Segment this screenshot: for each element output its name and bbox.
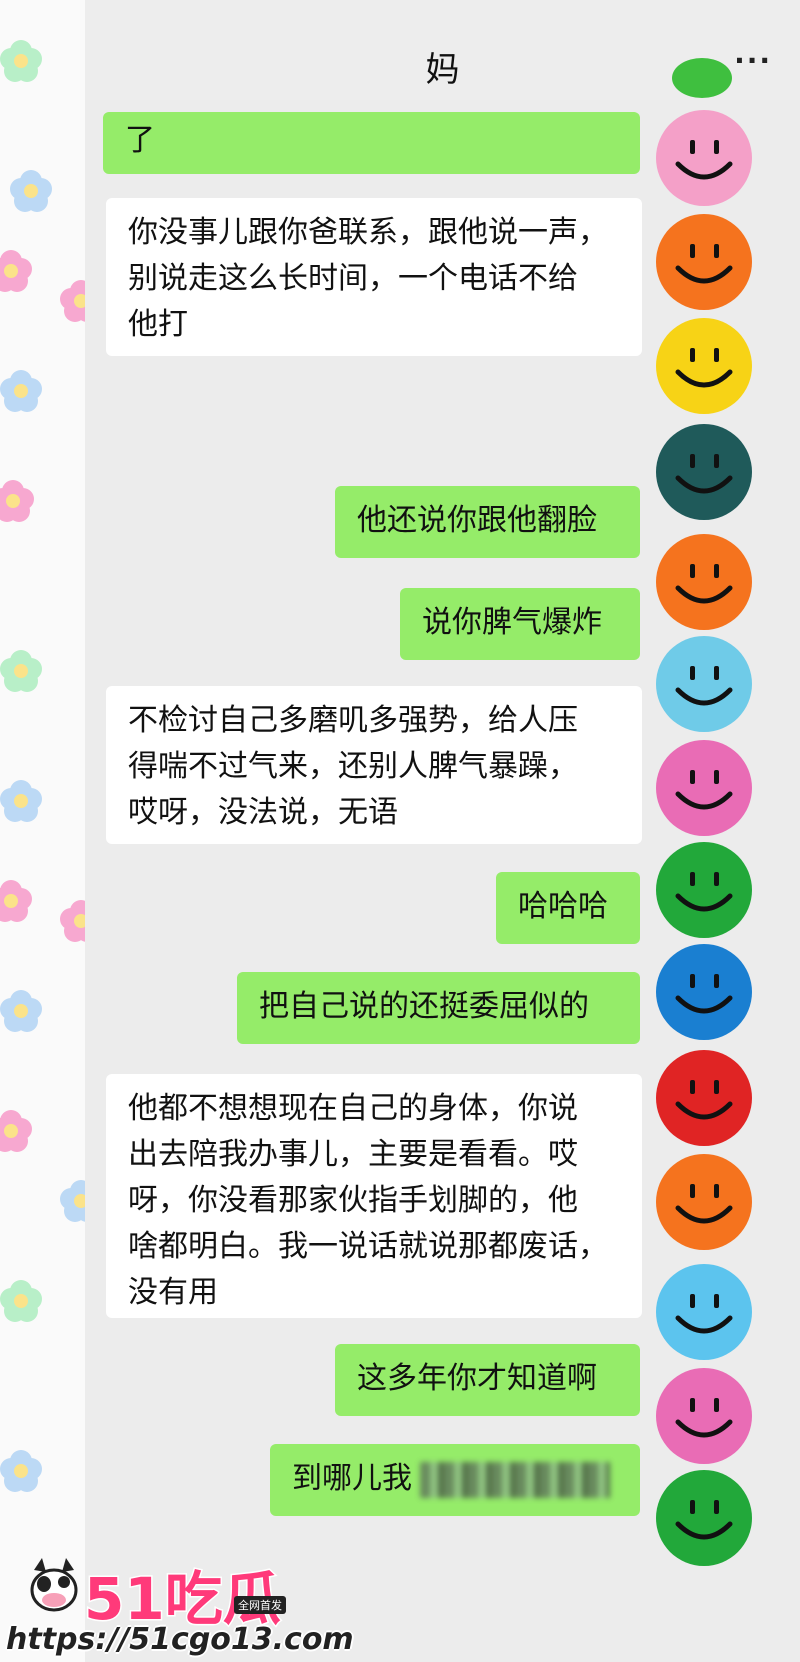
message-text: 不检讨自己多磨叽多强势，给人压 (128, 703, 578, 738)
smiley-avatar-icon (656, 842, 752, 938)
cow-mascot-icon (30, 1558, 78, 1612)
site-watermark: 51吃瓜 全网首发 https://51cgo13.com (6, 1552, 354, 1658)
message-text: 你没事儿跟你爸联系，跟他说一声， (128, 215, 608, 250)
flower-decoration-icon (0, 250, 32, 292)
message-text: 了 (125, 123, 155, 158)
message-bubble-outgoing[interactable]: 哈哈哈 (496, 872, 640, 944)
smiley-avatar-icon (672, 58, 732, 98)
message-bubble-outgoing[interactable]: 他还说你跟他翻脸 (335, 486, 640, 558)
smiley-avatar-icon (656, 214, 752, 310)
message-text: 说你脾气爆炸 (422, 605, 602, 640)
message-bubble-outgoing[interactable]: 把自己说的还挺委屈似的 (237, 972, 640, 1044)
smiley-avatar-icon (656, 1368, 752, 1464)
flower-decoration-icon (0, 650, 42, 692)
flower-decoration-icon (0, 1110, 32, 1152)
message-bubble-outgoing[interactable]: 这多年你才知道啊 (335, 1344, 640, 1416)
message-bubble-outgoing[interactable]: 到哪儿我 (270, 1444, 640, 1516)
flower-decoration-icon (0, 1280, 42, 1322)
smiley-avatar-icon (656, 424, 752, 520)
message-text: 哈哈哈 (518, 889, 608, 924)
smiley-avatar-icon (656, 1154, 752, 1250)
message-bubble-incoming[interactable]: 不检讨自己多磨叽多强势，给人压 得喘不过气来，还别人脾气暴躁， 哎呀，没法说，无… (106, 686, 642, 844)
smiley-avatar-icon (656, 944, 752, 1040)
smiley-avatar-icon (656, 636, 752, 732)
message-text: 把自己说的还挺委屈似的 (259, 989, 589, 1024)
watermark-tag: 全网首发 (234, 1596, 286, 1614)
smiley-avatar-icon (656, 110, 752, 206)
message-text: 别说走这么长时间，一个电话不给 (128, 261, 578, 296)
message-text: 呀，你没看那家伙指手划脚的，他 (128, 1183, 578, 1218)
flower-decoration-icon (10, 170, 52, 212)
flower-decoration-icon (0, 880, 32, 922)
smiley-avatar-icon (656, 740, 752, 836)
message-text: 他打 (128, 307, 188, 342)
message-bubble-incoming[interactable]: 你没事儿跟你爸联系，跟他说一声， 别说走这么长时间，一个电话不给 他打 (106, 198, 642, 356)
flower-decoration-icon (0, 780, 42, 822)
message-text-partial: 到哪儿我 (292, 1456, 618, 1502)
smiley-avatar-icon (656, 1050, 752, 1146)
flower-decoration-icon (0, 990, 42, 1032)
message-bubble-incoming[interactable]: 他都不想想现在自己的身体，你说 出去陪我办事儿，主要是看看。哎 呀，你没看那家伙… (106, 1074, 642, 1318)
smiley-avatar-icon (656, 1470, 752, 1566)
message-text: 这多年你才知道啊 (357, 1361, 597, 1396)
message-text: 出去陪我办事儿，主要是看看。哎 (128, 1137, 578, 1172)
message-text: 得喘不过气来，还别人脾气暴躁， (128, 749, 578, 784)
flower-decoration-icon (0, 370, 42, 412)
flower-decoration-icon (0, 480, 34, 522)
flower-decoration-icon (0, 1450, 42, 1492)
message-text: 他都不想想现在自己的身体，你说 (128, 1091, 578, 1126)
smiley-avatar-icon (656, 1264, 752, 1360)
message-text: 哎呀，没法说，无语 (128, 795, 398, 830)
message-text: 啥都明白。我一说话就说那都废话， (128, 1229, 608, 1264)
smiley-avatar-icon (656, 318, 752, 414)
smiley-avatar-icon (656, 534, 752, 630)
message-bubble-outgoing[interactable]: 说你脾气爆炸 (400, 588, 640, 660)
message-text: 没有用 (128, 1275, 218, 1310)
flower-decoration-icon (0, 40, 42, 82)
blurred-text-redaction (420, 1461, 610, 1498)
message-text: 他还说你跟他翻脸 (357, 503, 597, 538)
more-options-icon[interactable]: ··· (734, 44, 772, 77)
watermark-url: https://51cgo13.com (6, 1622, 354, 1657)
message-bubble-outgoing[interactable]: 了 (103, 112, 640, 174)
message-text: 到哪儿我 (292, 1461, 412, 1496)
